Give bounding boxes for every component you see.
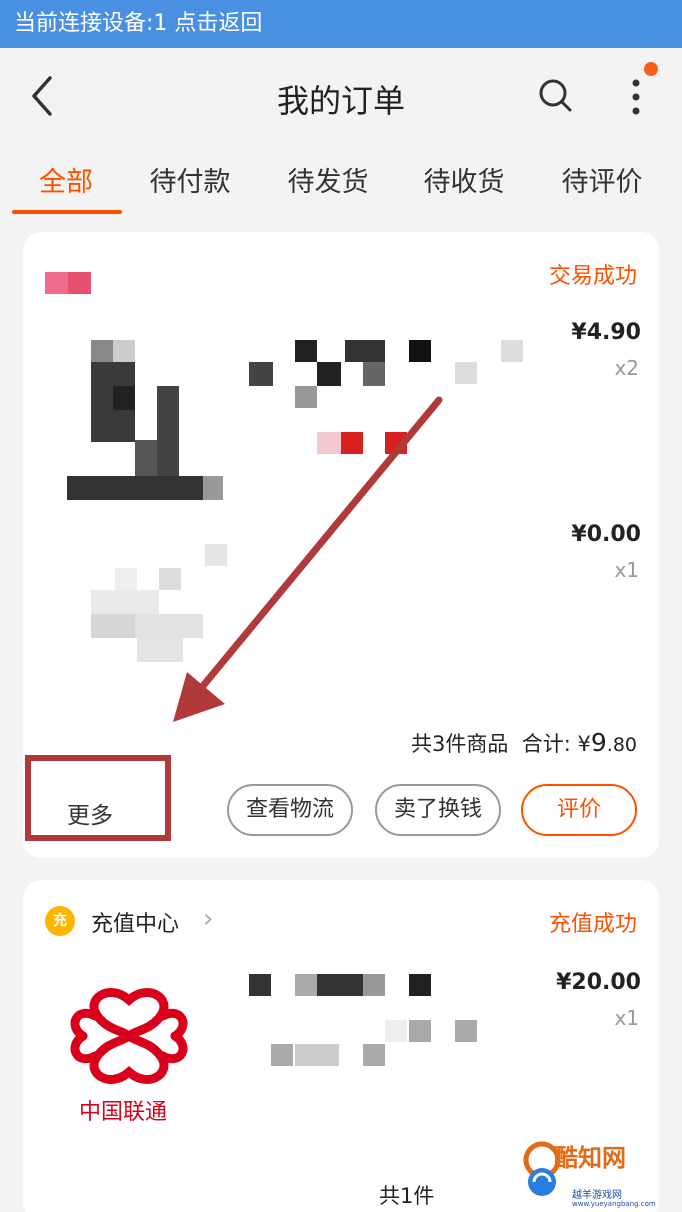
search-icon[interactable]	[536, 76, 574, 114]
item-quantity: x1	[614, 558, 639, 582]
item-price: ¥0.00	[571, 522, 641, 547]
order-status: 交易成功	[548, 264, 637, 289]
view-logistics-button[interactable]: 查看物流	[227, 784, 353, 836]
tab-pending-review[interactable]: 待评价	[542, 160, 662, 199]
tab-pending-receipt[interactable]: 待收货	[404, 160, 524, 199]
product-title-pixelated	[235, 974, 515, 1074]
site-watermark: 酷知网 越羊游戏网 www.yueyangbang.com	[512, 1136, 682, 1212]
review-button[interactable]: 评价	[521, 784, 637, 836]
item-price: ¥20.00	[556, 970, 641, 995]
item-quantity: x2	[614, 356, 639, 380]
brand-name: 中国联通	[79, 1100, 168, 1125]
order-status: 充值成功	[548, 912, 637, 937]
china-unicom-logo	[70, 988, 188, 1084]
chevron-right-icon[interactable]: ›	[203, 904, 213, 934]
store-name-pixelated	[45, 272, 91, 294]
watermark-title: 酷知网	[554, 1144, 626, 1172]
resell-button[interactable]: 卖了换钱	[375, 784, 501, 836]
watermark-url: www.yueyangbang.com	[572, 1200, 656, 1208]
tab-pending-payment[interactable]: 待付款	[130, 160, 250, 199]
total-label: 合计:	[521, 732, 571, 756]
order-summary-partial: 共1件	[379, 1184, 435, 1208]
annotation-arrow	[173, 396, 443, 722]
annotation-highlight-box	[25, 755, 171, 841]
tab-pending-shipment[interactable]: 待发货	[268, 160, 388, 199]
total-amount-integer: 9	[590, 728, 607, 757]
order-summary: 共3件商品 合计: ¥9.80	[411, 728, 637, 758]
recharge-store-icon: 充	[45, 906, 75, 936]
connection-status-bar[interactable]: 当前连接设备:1 点击返回	[0, 0, 682, 48]
item-price: ¥4.90	[571, 320, 641, 345]
item-quantity: x1	[614, 1006, 639, 1030]
total-currency: ¥	[577, 732, 591, 756]
store-name[interactable]: 充值中心	[91, 906, 179, 938]
order-card[interactable]: 交易成功 ¥4.90 x2 ¥0.00 x1 共3件商品 合计: ¥9.80 更…	[23, 232, 659, 858]
tab-all[interactable]: 全部	[6, 160, 126, 199]
more-vertical-icon[interactable]	[622, 74, 652, 120]
total-amount-decimal: .80	[606, 734, 637, 756]
notification-dot	[644, 62, 658, 76]
page-title: 我的订单	[276, 82, 405, 120]
active-tab-indicator	[12, 210, 122, 214]
order-tabs: 全部 待付款 待发货 待收货 待评价	[0, 144, 682, 218]
watermark-subtitle: 越羊游戏网	[572, 1190, 622, 1201]
navigation-bar: 我的订单	[0, 48, 682, 144]
item-count: 共3件商品	[411, 732, 509, 756]
